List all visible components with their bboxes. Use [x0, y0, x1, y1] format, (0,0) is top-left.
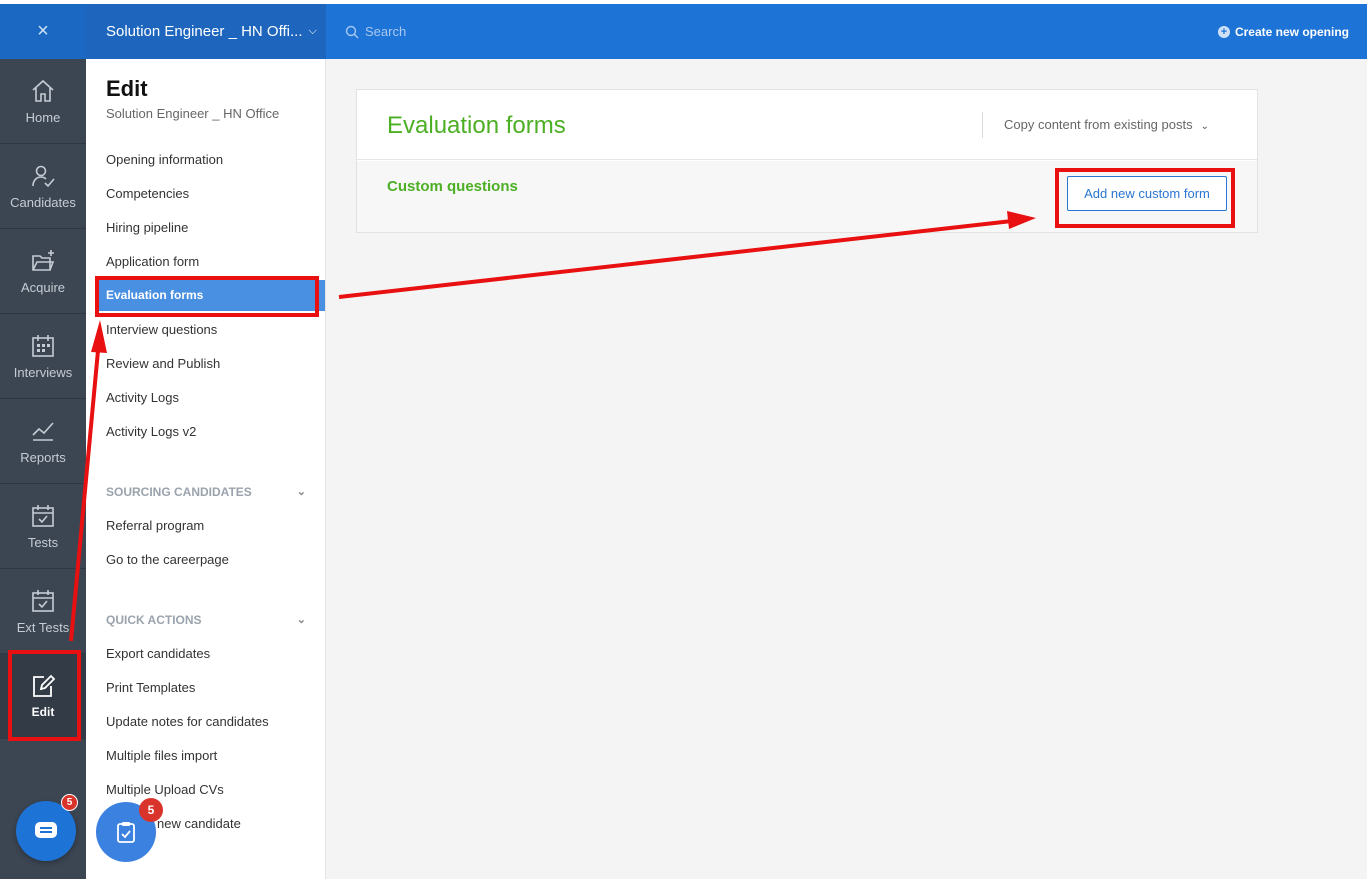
- rail-label-reports: Reports: [20, 449, 66, 465]
- chevron-down-icon: ⌄: [296, 486, 306, 498]
- menu-item-competencies[interactable]: Competencies: [106, 186, 189, 201]
- chart-line-icon: [32, 421, 54, 441]
- rail-label-interviews: Interviews: [13, 364, 73, 380]
- rail-item-interviews[interactable]: Interviews: [0, 314, 86, 399]
- close-button[interactable]: ×: [0, 4, 86, 59]
- job-selector[interactable]: Solution Engineer _ HN Offi... ⌵: [86, 4, 326, 59]
- edit-icon: [33, 674, 56, 697]
- calendar-check-icon: [32, 589, 54, 612]
- rail-item-acquire[interactable]: Acquire: [0, 229, 86, 314]
- page-title: Evaluation forms: [387, 112, 566, 139]
- chevron-down-icon: ⌵: [308, 25, 317, 37]
- custom-questions-section: Custom questions Add new custom form: [357, 161, 1257, 232]
- evaluation-forms-card: Evaluation forms Copy content from exist…: [356, 89, 1258, 233]
- search-icon: [345, 25, 359, 38]
- copy-content-label: Copy content from existing posts: [1004, 117, 1193, 132]
- menu-item-interview-questions[interactable]: Interview questions: [106, 322, 217, 337]
- menu-item-application-form[interactable]: Application form: [106, 254, 199, 269]
- create-new-opening-label: Create new opening: [1234, 24, 1349, 39]
- rail-item-reports[interactable]: Reports: [0, 399, 86, 484]
- top-bar: × Solution Engineer _ HN Offi... ⌵ Searc…: [0, 4, 1367, 59]
- menu-item-review-and-publish[interactable]: Review and Publish: [106, 356, 220, 371]
- search-bar[interactable]: Search: [345, 4, 406, 59]
- menu-item-evaluation-forms[interactable]: Evaluation forms: [96, 280, 325, 311]
- chevron-down-icon: ⌄: [1200, 121, 1209, 132]
- menu-title: Edit: [106, 76, 148, 101]
- chat-badge: 5: [61, 794, 78, 811]
- rail-label-ext-tests: Ext Tests: [16, 619, 70, 635]
- create-new-opening-button[interactable]: + Create new opening: [1217, 4, 1349, 59]
- rail-item-edit[interactable]: Edit: [0, 654, 86, 739]
- home-icon: [32, 79, 54, 102]
- menu-item-activity-logs[interactable]: Activity Logs: [106, 390, 179, 405]
- chevron-down-icon: ⌄: [296, 614, 306, 626]
- close-icon: ×: [37, 20, 49, 42]
- menu-item-multiple-files-import[interactable]: Multiple files import: [106, 748, 217, 763]
- section-sourcing-label: SOURCING CANDIDATES: [106, 485, 252, 499]
- menu-item-new-candidate[interactable]: new candidate: [157, 816, 241, 831]
- rail-label-candidates: Candidates: [10, 194, 76, 210]
- menu-item-hiring-pipeline[interactable]: Hiring pipeline: [106, 220, 188, 235]
- calendar-icon: [32, 334, 54, 357]
- menu-item-update-notes[interactable]: Update notes for candidates: [106, 714, 269, 729]
- candidates-icon: [32, 165, 55, 187]
- section-quick-label: QUICK ACTIONS: [106, 613, 202, 627]
- rail-label-tests: Tests: [27, 534, 59, 550]
- rail-label-edit: Edit: [31, 705, 55, 719]
- menu-subtitle: Solution Engineer _ HN Office: [106, 106, 280, 121]
- menu-item-careerpage[interactable]: Go to the careerpage: [106, 552, 229, 567]
- rail-item-tests[interactable]: Tests: [0, 484, 86, 569]
- menu-item-multiple-upload-cvs[interactable]: Multiple Upload CVs: [106, 782, 224, 797]
- folder-plus-icon: [32, 249, 55, 271]
- rail-item-candidates[interactable]: Candidates: [0, 144, 86, 229]
- section-sourcing-candidates[interactable]: SOURCING CANDIDATES ⌄: [106, 485, 306, 499]
- add-new-custom-form-button[interactable]: Add new custom form: [1067, 176, 1227, 211]
- icon-rail: Home Candidates Acquire Interviews Repor…: [0, 59, 86, 879]
- custom-questions-heading: Custom questions: [387, 178, 518, 195]
- job-title: Solution Engineer _ HN Offi...: [106, 23, 303, 40]
- rail-item-home[interactable]: Home: [0, 59, 86, 144]
- rail-item-ext-tests[interactable]: Ext Tests: [0, 569, 86, 654]
- edit-side-menu: Edit Solution Engineer _ HN Office Openi…: [86, 59, 326, 879]
- copy-content-dropdown[interactable]: Copy content from existing posts ⌄: [1004, 117, 1209, 132]
- divider: [982, 112, 983, 138]
- menu-item-opening-information[interactable]: Opening information: [106, 152, 223, 167]
- menu-item-print-templates[interactable]: Print Templates: [106, 680, 195, 695]
- menu-item-export-candidates[interactable]: Export candidates: [106, 646, 210, 661]
- rail-label-acquire: Acquire: [20, 279, 66, 295]
- search-input[interactable]: Search: [365, 24, 406, 39]
- section-quick-actions[interactable]: QUICK ACTIONS ⌄: [106, 613, 306, 627]
- menu-item-referral-program[interactable]: Referral program: [106, 518, 204, 533]
- menu-item-activity-logs-v2[interactable]: Activity Logs v2: [106, 424, 196, 439]
- chat-icon: [35, 822, 57, 838]
- clipboard-check-icon: [117, 822, 135, 843]
- tasks-badge: 5: [139, 798, 163, 822]
- plus-circle-icon: +: [1217, 25, 1230, 38]
- calendar-check-icon: [32, 504, 54, 527]
- card-header: Evaluation forms Copy content from exist…: [357, 90, 1257, 160]
- rail-label-home: Home: [25, 109, 61, 125]
